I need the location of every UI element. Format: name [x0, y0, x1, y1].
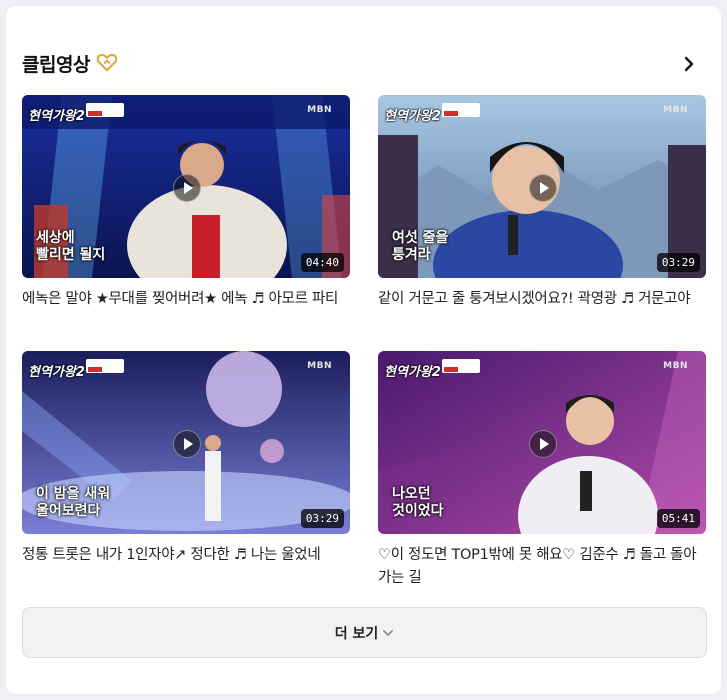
more-button[interactable]: 더 보기: [22, 607, 707, 658]
program-logo: 현역가왕2: [28, 365, 85, 380]
channel-logo: MBN: [663, 361, 688, 371]
program-logo: 현역가왕2: [384, 109, 441, 124]
video-caption: 세상에 빨리면 될지: [36, 230, 106, 263]
video-caption: 여섯 줄을 퉁겨라: [392, 230, 449, 263]
clip-title[interactable]: 에녹은 말야 ★무대를 찢어버려★ 에녹 ♬ 아모르 파티: [22, 288, 350, 311]
clip-title[interactable]: ♡이 정도면 TOP1밖에 못 해요♡ 김준수 ♬ 돌고 돌아가는 길: [378, 544, 706, 590]
clip-thumbnail[interactable]: 현역가왕2 MBN 여섯 줄을 퉁겨라 03:29: [378, 95, 706, 278]
duration-badge: 04:40: [300, 253, 344, 272]
channel-logo: MBN: [307, 361, 332, 371]
program-logo: 현역가왕2: [384, 365, 441, 380]
play-icon[interactable]: [529, 430, 557, 458]
clip-item[interactable]: 현역가왕2 MBN 세상에 빨리면 될지 04:40 에녹은 말야 ★무대를 찢…: [22, 95, 350, 311]
clip-item[interactable]: 현역가왕2 MBN 이 밤을 새워 울어보련다 03:29 정통 트롯은 내가 …: [22, 351, 350, 567]
clip-thumbnail[interactable]: 현역가왕2 MBN 세상에 빨리면 될지 04:40: [22, 95, 350, 278]
chevron-right-icon[interactable]: [675, 50, 703, 78]
episode-badge: [442, 103, 480, 117]
duration-badge: 05:41: [656, 509, 700, 528]
section-title: 클립영상: [22, 54, 90, 76]
clip-thumbnail[interactable]: 현역가왕2 MBN 이 밤을 새워 울어보련다 03:29: [22, 351, 350, 534]
play-icon[interactable]: [173, 430, 201, 458]
clip-thumbnail[interactable]: 현역가왕2 MBN 나오던 것이었다 05:41: [378, 351, 706, 534]
play-icon[interactable]: [529, 174, 557, 202]
clip-item[interactable]: 현역가왕2 MBN 여섯 줄을 퉁겨라 03:29 같이 거문고 줄 퉁겨보시겠…: [378, 95, 706, 311]
chevron-down-icon: [383, 629, 394, 636]
duration-badge: 03:29: [300, 509, 344, 528]
heart-icon: [96, 53, 118, 72]
channel-logo: MBN: [663, 105, 688, 115]
clip-section-card: 클립영상 현역가왕2 MBN 세상에 빨리면 될지 04:40 에녹은 말야 ★…: [6, 6, 721, 694]
episode-badge: [86, 359, 124, 373]
episode-badge: [442, 359, 480, 373]
clip-title[interactable]: 같이 거문고 줄 퉁겨보시겠어요?! 곽영광 ♬ 거문고야: [378, 288, 706, 311]
clip-item[interactable]: 현역가왕2 MBN 나오던 것이었다 05:41 ♡이 정도면 TOP1밖에 못…: [378, 351, 706, 590]
episode-badge: [86, 103, 124, 117]
channel-logo: MBN: [307, 105, 332, 115]
video-caption: 이 밤을 새워 울어보련다: [36, 486, 111, 519]
play-icon[interactable]: [173, 174, 201, 202]
clip-title[interactable]: 정통 트롯은 내가 1인자야↗ 정다한 ♬ 나는 울었네: [22, 544, 350, 567]
duration-badge: 03:29: [656, 253, 700, 272]
video-caption: 나오던 것이었다: [392, 486, 444, 519]
program-logo: 현역가왕2: [28, 109, 85, 124]
more-button-label: 더 보기: [334, 625, 379, 642]
section-header: 클립영상: [22, 48, 705, 78]
